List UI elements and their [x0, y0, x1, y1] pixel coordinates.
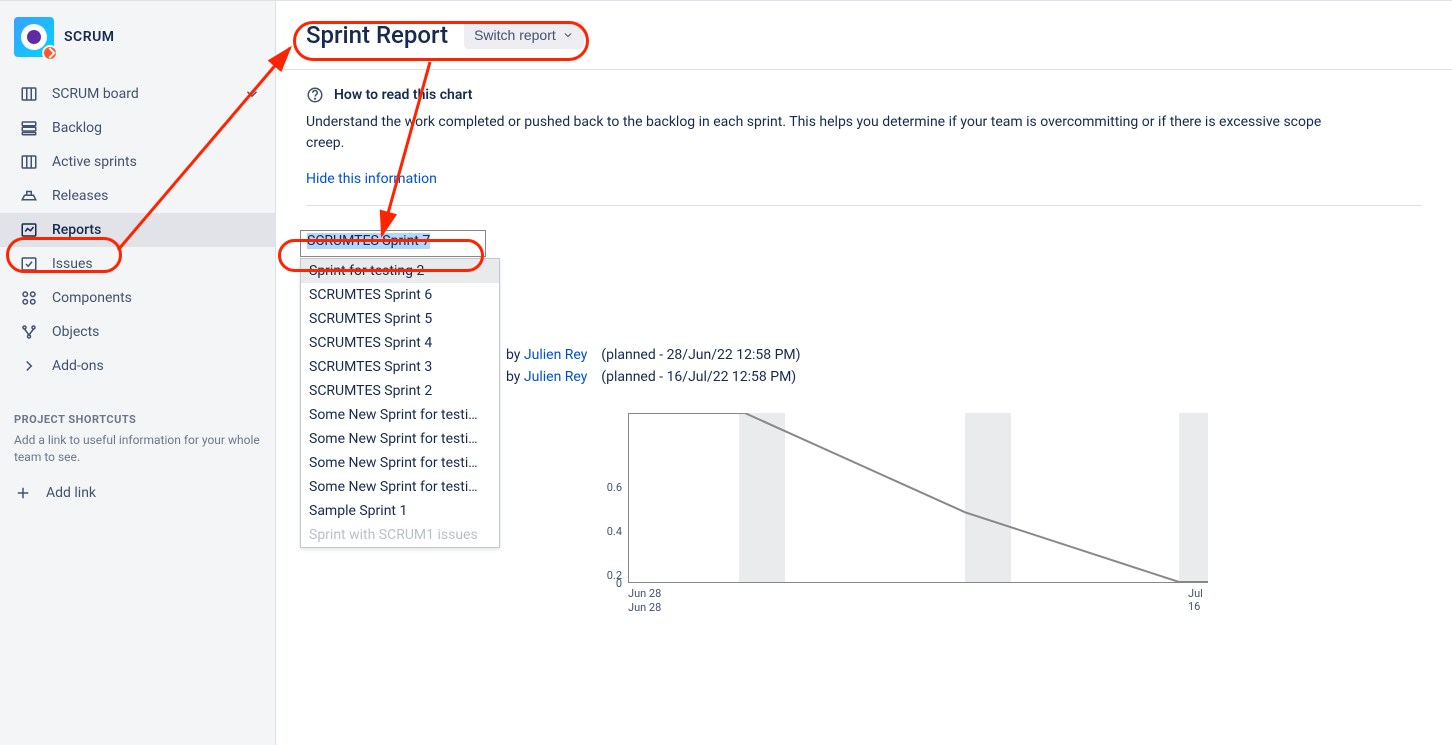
meta-user-link[interactable]: Julien Rey — [524, 347, 587, 363]
meta-by: by — [506, 369, 520, 385]
sprint-select[interactable]: SCRUMTES Sprint 7 — [300, 230, 486, 257]
board-icon — [20, 85, 38, 103]
backlog-icon — [20, 119, 38, 137]
sidebar-item-issues[interactable]: Issues — [0, 247, 275, 281]
dropdown-item[interactable]: SCRUMTES Sprint 5 — [301, 307, 499, 331]
dropdown-item[interactable]: Some New Sprint for testi… — [301, 475, 499, 499]
hide-info-link[interactable]: Hide this information — [306, 171, 437, 187]
sidebar-item-objects[interactable]: Objects — [0, 315, 275, 349]
y-tick: 0.6 — [607, 481, 622, 494]
dropdown-item[interactable]: Sample Sprint 1 — [301, 499, 499, 523]
sidebar-item-backlog[interactable]: Backlog — [0, 111, 275, 145]
chevron-right-icon — [20, 357, 38, 375]
sprint-meta-row: by Julien Rey (planned - 16/Jul/22 12:58… — [506, 369, 1422, 385]
sprint-select-value: SCRUMTES Sprint 7 — [307, 233, 430, 249]
main-content: Sprint Report Switch report How to read … — [276, 1, 1452, 745]
sidebar-item-label: Backlog — [52, 120, 102, 136]
add-link-button[interactable]: Add link — [0, 476, 275, 510]
issues-icon — [20, 255, 38, 273]
sidebar-item-board[interactable]: SCRUM board — [0, 77, 275, 111]
ship-icon — [20, 187, 38, 205]
add-link-label: Add link — [46, 485, 96, 501]
sidebar-item-reports[interactable]: Reports — [0, 213, 275, 247]
sidebar-item-addons[interactable]: Add-ons — [0, 349, 275, 383]
dropdown-item[interactable]: SCRUMTES Sprint 3 — [301, 355, 499, 379]
meta-planned: (planned - 16/Jul/22 12:58 PM) — [601, 369, 796, 385]
sprint-meta-row: by Julien Rey (planned - 28/Jun/22 12:58… — [506, 347, 1422, 363]
help-icon — [306, 86, 324, 104]
x-tick: Jun 28 — [628, 587, 661, 600]
switch-report-button[interactable]: Switch report — [464, 21, 584, 49]
sidebar-item-sprints[interactable]: Active sprints — [0, 145, 275, 179]
meta-user-link[interactable]: Julien Rey — [524, 369, 587, 385]
dropdown-item[interactable]: Sprint for testing 2 — [301, 259, 499, 283]
chart-line — [629, 413, 1208, 582]
sidebar-item-label: SCRUM board — [52, 86, 139, 102]
plus-icon — [14, 484, 32, 502]
sprint-meta: by Julien Rey (planned - 28/Jun/22 12:58… — [506, 347, 1422, 385]
sprints-icon — [20, 153, 38, 171]
project-header: SCRUM — [0, 17, 275, 77]
x-tick: Jun 28 — [628, 601, 661, 614]
y-tick: 0 — [616, 577, 622, 590]
sidebar-item-label: Objects — [52, 324, 99, 340]
dropdown-item[interactable]: SCRUMTES Sprint 6 — [301, 283, 499, 307]
objects-icon — [20, 323, 38, 341]
components-icon — [20, 289, 38, 307]
sidebar-item-label: Issues — [52, 256, 93, 272]
sidebar: SCRUM SCRUM board Backlog Active sprints… — [0, 1, 276, 745]
sidebar-item-releases[interactable]: Releases — [0, 179, 275, 213]
meta-planned: (planned - 28/Jun/22 12:58 PM) — [601, 347, 800, 363]
dropdown-item[interactable]: Sprint with SCRUM1 issues — [301, 523, 499, 547]
sidebar-item-label: Reports — [52, 222, 101, 238]
sidebar-nav: SCRUM board Backlog Active sprints Relea… — [0, 77, 275, 383]
page-title: Sprint Report — [306, 21, 448, 49]
shortcuts-desc: Add a link to useful information for you… — [0, 432, 275, 476]
dropdown-item[interactable]: SCRUMTES Sprint 2 — [301, 379, 499, 403]
x-tick: Jul 16 — [1188, 587, 1203, 613]
chart-icon — [20, 221, 38, 239]
project-avatar — [14, 17, 54, 57]
sidebar-item-components[interactable]: Components — [0, 281, 275, 315]
help-title: How to read this chart — [334, 87, 472, 103]
shortcuts-label: PROJECT SHORTCUTS — [0, 383, 275, 432]
y-tick: 0.4 — [607, 525, 622, 538]
sidebar-item-label: Active sprints — [52, 154, 137, 170]
sidebar-item-label: Add-ons — [52, 358, 104, 374]
sprint-dropdown: Sprint for testing 2 SCRUMTES Sprint 6 S… — [300, 258, 500, 548]
dropdown-item[interactable]: Some New Sprint for testi… — [301, 451, 499, 475]
chevron-down-icon — [562, 29, 574, 41]
dropdown-item[interactable]: SCRUMTES Sprint 4 — [301, 331, 499, 355]
dropdown-item[interactable]: Some New Sprint for testi… — [301, 403, 499, 427]
dropdown-item[interactable]: Some New Sprint for testi… — [301, 427, 499, 451]
sidebar-item-label: Components — [52, 290, 132, 306]
chevron-down-icon — [243, 85, 261, 103]
project-name: SCRUM — [64, 29, 115, 45]
switch-report-label: Switch report — [474, 27, 556, 43]
sidebar-item-label: Releases — [52, 188, 108, 204]
chevron-down-icon — [470, 238, 480, 248]
help-description: Understand the work completed or pushed … — [306, 112, 1346, 154]
meta-by: by — [506, 347, 520, 363]
